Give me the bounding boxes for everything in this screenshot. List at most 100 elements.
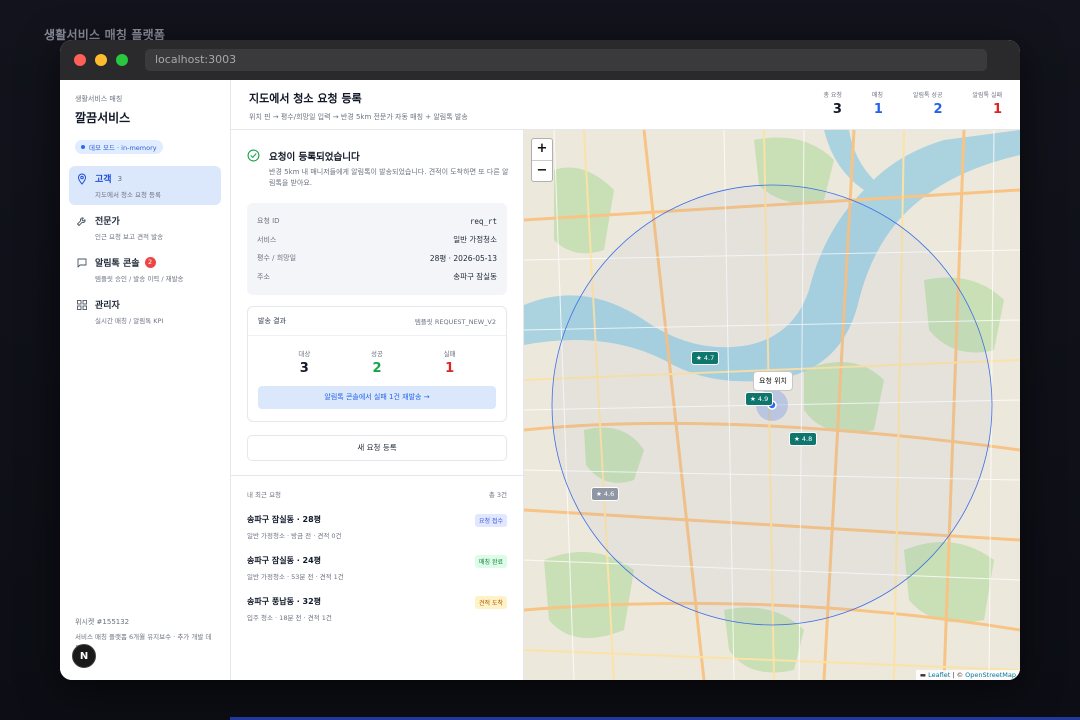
- info-value: 송파구 잠실동: [453, 272, 497, 282]
- maximize-window-button[interactable]: [116, 54, 128, 66]
- info-key: 주소: [257, 272, 270, 281]
- list-item[interactable]: 송파구 잠실동 · 28평 일반 가정청소 · 방금 전 · 견적 0건 요청 …: [247, 514, 507, 540]
- project-desc: 서비스 매칭 플랫폼 6개월 유지보수 · 추가 개발 데모: [75, 633, 212, 652]
- info-row-service: 서비스 일반 가정청소: [257, 231, 497, 250]
- send-result-header: 발송 결과 템플릿 REQUEST_NEW_V2: [248, 307, 506, 336]
- sidebar-item-customer[interactable]: 고객 3 지도에서 청소 요청 등록: [69, 166, 221, 205]
- send-result-stats: 대상 3 성공 2 실패 1: [248, 336, 506, 376]
- success-title: 요청이 등록되었습니다: [269, 152, 360, 163]
- grid-icon: [77, 300, 87, 310]
- info-key: 요청 ID: [257, 217, 280, 226]
- sidebar-item-desc: 템플릿 승인 / 발송 이력 / 재발송: [95, 275, 184, 283]
- sidebar-item-count: 3: [117, 174, 123, 183]
- kpi-value: 1: [992, 102, 1002, 117]
- kpi-summary: 총 요청 3 매칭 1 알림톡 성공 2 알림톡 실패 1: [793, 90, 1002, 117]
- close-window-button[interactable]: [74, 54, 86, 66]
- demo-mode-label: 데모 모드 · in-memory: [89, 144, 157, 152]
- kpi-total-requests: 총 요청 3: [823, 90, 841, 117]
- kpi-matched: 매칭 1: [872, 90, 883, 117]
- info-row-size-date: 평수 / 희망일 28평 · 2026-05-13: [257, 249, 497, 268]
- stat-label: 대상: [298, 350, 311, 358]
- stat-success: 성공 2: [347, 348, 407, 376]
- sidebar-item-label: 관리자: [95, 301, 120, 311]
- brand-subtitle: 생활서비스 매칭: [75, 95, 123, 103]
- sidebar-item-admin[interactable]: 관리자 실시간 매칭 / 알림톡 KPI: [69, 292, 221, 331]
- page-header: 지도에서 청소 요청 등록 위치 핀 → 평수/희망일 입력 → 반경 5km …: [231, 80, 1020, 130]
- map-view[interactable]: + − ★ 4.7 ★ 4.9 ★ 4.8 ★ 4.6 요청 위치 ▬ Leaf…: [524, 130, 1020, 680]
- stat-value: 2: [372, 361, 382, 376]
- recent-title: 내 최근 요청: [247, 491, 282, 499]
- attribution-separator: | ©: [950, 671, 966, 679]
- avatar[interactable]: N: [72, 644, 96, 668]
- template-name: 템플릿 REQUEST_NEW_V2: [414, 318, 496, 326]
- expert-marker[interactable]: ★ 4.8: [789, 432, 818, 446]
- osm-link[interactable]: OpenStreetMap: [965, 671, 1016, 679]
- kpi-label: 총 요청: [823, 92, 842, 99]
- stat-value: 1: [445, 361, 455, 376]
- request-location-tooltip: 요청 위치: [753, 371, 793, 391]
- info-value: 일반 가정청소: [453, 235, 497, 245]
- flag-icon: ▬: [919, 671, 927, 679]
- list-item[interactable]: 송파구 풍납동 · 32평 입주 청소 · 18분 전 · 견적 1건 견적 도…: [247, 596, 507, 622]
- title-bar: localhost:3003: [60, 40, 1020, 80]
- content: 요청이 등록되었습니다 반경 5km 내 매니저들에게 알림톡이 발송되었습니다…: [231, 130, 1020, 680]
- sidebar-item-label: 알림톡 콘솔: [95, 259, 140, 269]
- expert-marker[interactable]: ★ 4.9: [745, 392, 774, 406]
- recent-requests: 내 최근 요청 총 3건 송파구 잠실동 · 28평 일반 가정청소 · 방금 …: [231, 475, 523, 622]
- kpi-alimtalk-success: 알림톡 성공 2: [913, 90, 943, 117]
- zoom-out-button[interactable]: −: [532, 160, 552, 181]
- sidebar-item-desc: 지도에서 청소 요청 등록: [95, 191, 161, 199]
- sidebar-item-desc: 인근 요청 보고 견적 발송: [95, 233, 164, 241]
- status-badge: 요청 접수: [475, 514, 507, 527]
- expert-marker[interactable]: ★ 4.6: [591, 487, 620, 501]
- app: 생활서비스 매칭 깔끔서비스 데모 모드 · in-memory 고객 3 지도…: [60, 80, 1020, 680]
- list-item-title: 송파구 잠실동 · 28평: [247, 515, 322, 524]
- sidebar-item-alimtalk-console[interactable]: 알림톡 콘솔 2 템플릿 승인 / 발송 이력 / 재발송: [69, 250, 221, 289]
- list-item-title: 송파구 잠실동 · 24평: [247, 556, 322, 565]
- sidebar-item-label: 전문가: [95, 217, 120, 227]
- leaflet-link[interactable]: Leaflet: [928, 671, 950, 679]
- info-key: 서비스: [257, 235, 277, 244]
- list-item-title: 송파구 풍납동 · 32평: [247, 597, 322, 606]
- resend-failed-button[interactable]: 알림톡 콘솔에서 실패 1건 재발송 →: [258, 386, 496, 409]
- demo-mode-badge: 데모 모드 · in-memory: [75, 140, 163, 154]
- status-badge: 매칭 완료: [475, 555, 507, 568]
- kpi-value: 3: [832, 102, 842, 117]
- sidebar-item-label: 고객: [95, 175, 112, 185]
- send-result: 발송 결과 템플릿 REQUEST_NEW_V2 대상 3 성공 2 실패 1 …: [247, 306, 507, 422]
- send-result-title: 발송 결과: [258, 317, 286, 325]
- list-item[interactable]: 송파구 잠실동 · 24평 일반 가정청소 · 53분 전 · 견적 1건 매칭…: [247, 555, 507, 581]
- kpi-value: 2: [933, 102, 943, 117]
- expert-marker[interactable]: ★ 4.7: [691, 351, 720, 365]
- project-id: 위시켓 #155132: [75, 618, 130, 626]
- request-panel: 요청이 등록되었습니다 반경 5km 내 매니저들에게 알림톡이 발송되었습니다…: [231, 130, 524, 680]
- new-request-button[interactable]: 새 요청 등록: [247, 435, 507, 461]
- minimize-window-button[interactable]: [95, 54, 107, 66]
- stat-value: 3: [299, 361, 309, 376]
- info-row-address: 주소 송파구 잠실동: [257, 268, 497, 287]
- wrench-icon: [77, 217, 86, 226]
- map-attribution: ▬ Leaflet | © OpenStreetMap: [915, 670, 1020, 680]
- zoom-control: + −: [531, 138, 553, 182]
- sidebar: 생활서비스 매칭 깔끔서비스 데모 모드 · in-memory 고객 3 지도…: [60, 80, 231, 680]
- map-pin-icon: [77, 173, 87, 185]
- info-value: 28평 · 2026-05-13: [429, 253, 497, 263]
- zoom-in-button[interactable]: +: [532, 139, 552, 160]
- brand-title: 깔끔서비스: [75, 111, 131, 125]
- notification-badge: 2: [144, 257, 156, 268]
- check-circle-icon: [247, 149, 260, 162]
- sidebar-item-expert[interactable]: 전문가 인근 요청 보고 견적 발송: [69, 208, 221, 247]
- info-row-request-id: 요청 ID req_rt: [257, 212, 497, 231]
- kpi-label: 매칭: [871, 92, 883, 99]
- list-item-sub: 입주 청소 · 18분 전 · 견적 1건: [247, 614, 332, 622]
- info-value: req_rt: [469, 216, 497, 226]
- status-badge: 견적 도착: [475, 596, 507, 609]
- stat-target: 대상 3: [274, 348, 334, 376]
- address-bar[interactable]: localhost:3003: [145, 49, 987, 71]
- kpi-value: 1: [873, 102, 883, 117]
- sidebar-item-desc: 실시간 매칭 / 알림톡 KPI: [95, 317, 164, 325]
- success-desc: 반경 5km 내 매니저들에게 알림톡이 발송되었습니다. 견적이 도착하면 또…: [269, 168, 509, 187]
- success-message: 요청이 등록되었습니다 반경 5km 내 매니저들에게 알림톡이 발송되었습니다…: [247, 149, 509, 189]
- info-key: 평수 / 희망일: [257, 254, 297, 263]
- recent-header: 내 최근 요청 총 3건: [247, 489, 507, 499]
